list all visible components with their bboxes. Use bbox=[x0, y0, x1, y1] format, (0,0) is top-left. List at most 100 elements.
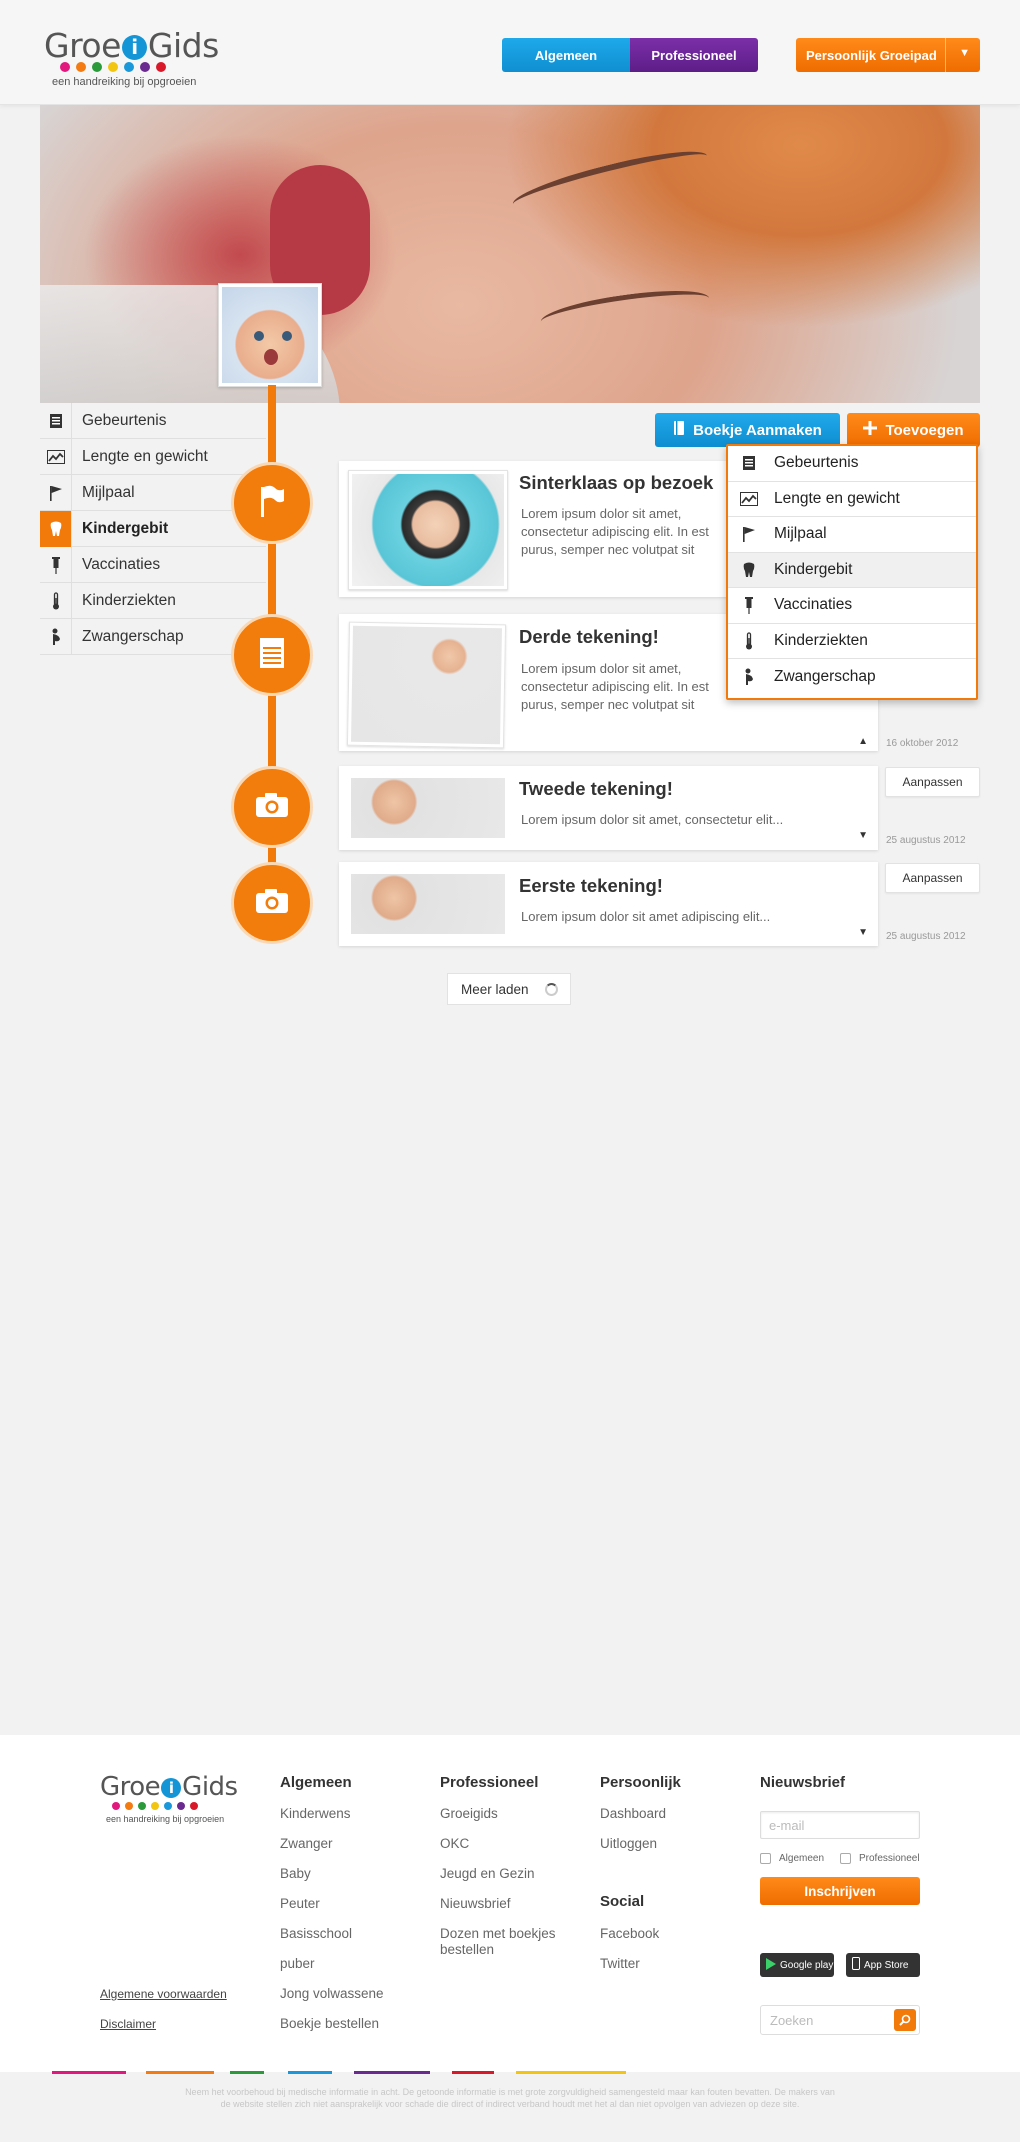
footer-link[interactable]: Jong volwassene bbox=[280, 1986, 384, 2002]
color-bar-segment bbox=[354, 2071, 430, 2074]
search-icon[interactable] bbox=[894, 2009, 916, 2031]
newsletter-option-algemeen[interactable]: Algemeen bbox=[760, 1853, 824, 1864]
terms-link[interactable]: Algemene voorwaarden bbox=[100, 1987, 227, 2001]
load-more-button[interactable]: Meer laden bbox=[447, 973, 571, 1005]
timeline-node-notepad[interactable] bbox=[231, 614, 313, 696]
logo-wordmark: Groe i Gids bbox=[44, 26, 219, 65]
footer-col-title-social: Social bbox=[600, 1893, 645, 1910]
facebook-link[interactable]: Facebook bbox=[600, 1926, 659, 1942]
site-footer: Groe i Gids een handreiking bij opgroeien … bbox=[0, 1735, 1020, 2072]
search-placeholder: Zoeken bbox=[770, 2013, 814, 2028]
color-bar-segment bbox=[52, 2071, 126, 2074]
collapse-icon[interactable]: ▲ bbox=[858, 736, 868, 747]
dropdown-item-label: Kinderziekten bbox=[774, 631, 868, 649]
footer-link[interactable]: Kinderwens bbox=[280, 1806, 351, 1822]
timeline-node-camera-1[interactable] bbox=[231, 766, 313, 848]
dropdown-item-kindergebit[interactable]: Kindergebit bbox=[728, 552, 976, 588]
boekje-aanmaken-button[interactable]: Boekje Aanmaken bbox=[655, 413, 840, 447]
dropdown-item-label: Vaccinaties bbox=[774, 596, 853, 614]
aanpassen-button[interactable]: Aanpassen bbox=[885, 767, 980, 797]
card-photo[interactable] bbox=[348, 871, 508, 937]
color-bar-segment bbox=[230, 2071, 264, 2074]
chart-icon bbox=[40, 438, 72, 475]
timeline-card-4[interactable]: Eerste tekening! Lorem ipsum dolor sit a… bbox=[339, 862, 878, 946]
card-title: Tweede tekening! bbox=[519, 778, 673, 799]
pregnancy-icon bbox=[40, 618, 72, 655]
thermometer-icon bbox=[738, 632, 760, 650]
play-icon bbox=[766, 1957, 776, 1973]
sidebar-item-vaccinaties[interactable]: Vaccinaties bbox=[40, 546, 266, 583]
footer-link[interactable]: Baby bbox=[280, 1866, 311, 1882]
footer-logo[interactable]: Groe i Gids een handreiking bij opgroeien bbox=[98, 1772, 238, 1824]
footer-search-input[interactable]: Zoeken bbox=[760, 2005, 920, 2035]
plus-icon bbox=[863, 421, 878, 439]
toevoegen-button[interactable]: Toevoegen bbox=[847, 413, 980, 447]
nav-groeipad-button[interactable]: Persoonlijk Groeipad ▼ bbox=[796, 38, 980, 72]
syringe-icon bbox=[738, 596, 760, 615]
newsletter-option-professioneel[interactable]: Professioneel bbox=[840, 1853, 920, 1864]
dropdown-item-label: Lengte en gewicht bbox=[774, 489, 900, 507]
dropdown-item-gebeurtenis[interactable]: Gebeurtenis bbox=[728, 446, 976, 482]
color-bar-segment bbox=[452, 2071, 494, 2074]
sidebar-item-kindergebit[interactable]: Kindergebit bbox=[40, 510, 266, 547]
newsletter-email-input[interactable]: e-mail bbox=[760, 1811, 920, 1839]
nav-professioneel-button[interactable]: Professioneel bbox=[630, 38, 758, 72]
disclaimer-text: Neem het voorbehoud bij medische informa… bbox=[185, 2087, 835, 2109]
sidebar-item-label: Kinderziekten bbox=[82, 591, 176, 609]
expand-icon[interactable]: ▼ bbox=[858, 927, 868, 938]
footer-link[interactable]: Basisschool bbox=[280, 1926, 352, 1942]
card-text: Lorem ipsum dolor sit amet, consectetur … bbox=[521, 661, 725, 716]
footer-link[interactable]: Boekje bestellen bbox=[280, 2016, 379, 2032]
checkbox[interactable] bbox=[840, 1853, 851, 1864]
card-date: 25 augustus 2012 bbox=[886, 835, 966, 846]
footer-link[interactable]: OKC bbox=[440, 1836, 469, 1852]
aanpassen-button[interactable]: Aanpassen bbox=[885, 863, 980, 893]
dropdown-item-lengte-gewicht[interactable]: Lengte en gewicht bbox=[728, 482, 976, 517]
chevron-down-icon[interactable]: ▼ bbox=[959, 47, 970, 59]
footer-link[interactable]: Zwanger bbox=[280, 1836, 333, 1852]
timeline-node-flag[interactable] bbox=[231, 462, 313, 544]
footer-link[interactable]: Jeugd en Gezin bbox=[440, 1866, 535, 1882]
timeline-card-3[interactable]: Tweede tekening! Lorem ipsum dolor sit a… bbox=[339, 766, 878, 850]
footer-link[interactable]: Groeigids bbox=[440, 1806, 498, 1822]
footer-link[interactable]: Uitloggen bbox=[600, 1836, 657, 1852]
dropdown-item-kinderziekten[interactable]: Kinderziekten bbox=[728, 624, 976, 659]
nav-groeipad-label: Persoonlijk Groeipad bbox=[806, 47, 937, 63]
nav-algemeen-button[interactable]: Algemeen bbox=[502, 38, 630, 72]
footer-link[interactable]: Dozen met boekjes bestellen bbox=[440, 1926, 570, 1958]
expand-icon[interactable]: ▼ bbox=[858, 830, 868, 841]
camera-icon bbox=[255, 792, 289, 823]
timeline-node-camera-2[interactable] bbox=[231, 862, 313, 944]
child-avatar[interactable] bbox=[218, 283, 322, 387]
footer-link[interactable]: Peuter bbox=[280, 1896, 320, 1912]
dropdown-item-label: Zwangerschap bbox=[774, 667, 876, 685]
dropdown-item-label: Kindergebit bbox=[774, 560, 853, 578]
logo-dots bbox=[112, 1802, 198, 1810]
logo[interactable]: Groe i Gids een handreiking bij opgroeien bbox=[40, 26, 220, 92]
footer-col-title-professioneel: Professioneel bbox=[440, 1774, 539, 1791]
footer-link[interactable]: puber bbox=[280, 1956, 315, 1972]
dropdown-item-zwangerschap[interactable]: Zwangerschap bbox=[728, 659, 976, 695]
sidebar-item-kinderziekten[interactable]: Kinderziekten bbox=[40, 582, 266, 619]
dropdown-item-mijlpaal[interactable]: Mijlpaal bbox=[728, 517, 976, 553]
google-play-badge[interactable]: Google play bbox=[760, 1953, 834, 1977]
sidebar-item-gebeurtenis[interactable]: Gebeurtenis bbox=[40, 402, 266, 439]
site-header: Groe i Gids een handreiking bij opgroeien … bbox=[0, 0, 1020, 105]
dropdown-item-label: Gebeurtenis bbox=[774, 454, 859, 472]
flag-icon bbox=[40, 474, 72, 511]
footer-link[interactable]: Dashboard bbox=[600, 1806, 666, 1822]
card-photo[interactable] bbox=[346, 621, 507, 749]
sidebar-item-lengte-gewicht[interactable]: Lengte en gewicht bbox=[40, 438, 266, 475]
card-photo[interactable] bbox=[348, 775, 508, 841]
flag-icon bbox=[738, 526, 760, 543]
app-store-badge[interactable]: App Store bbox=[846, 1953, 920, 1977]
footer-link[interactable]: Nieuwsbrief bbox=[440, 1896, 511, 1912]
twitter-link[interactable]: Twitter bbox=[600, 1956, 640, 1972]
card-photo[interactable] bbox=[348, 470, 508, 590]
card-title: Derde tekening! bbox=[519, 626, 659, 647]
notepad-icon bbox=[258, 637, 286, 674]
disclaimer-link[interactable]: Disclaimer bbox=[100, 2017, 156, 2031]
checkbox[interactable] bbox=[760, 1853, 771, 1864]
subscribe-button[interactable]: Inschrijven bbox=[760, 1877, 920, 1905]
dropdown-item-vaccinaties[interactable]: Vaccinaties bbox=[728, 588, 976, 624]
